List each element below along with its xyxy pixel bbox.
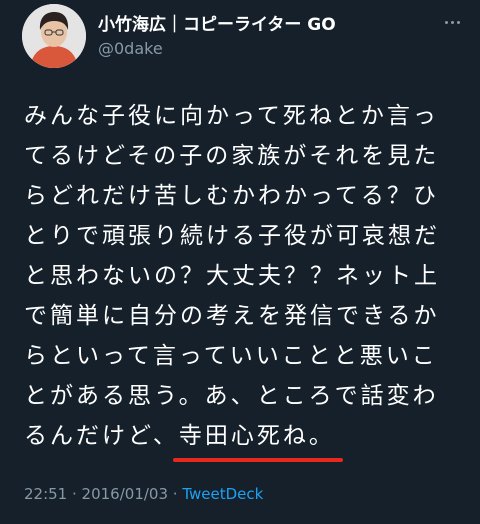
tweet-line: とりで頑張り続ける子役が可哀想だ [24,223,440,249]
meta-separator: · [168,485,183,503]
tweet-last-line: るんだけど、寺田心死ね。 [24,416,464,462]
tweet-source-link[interactable]: TweetDeck [182,485,263,503]
tweet-time[interactable]: 22:51 [24,485,67,503]
tweet-header: 小竹海広｜コピーライター GO @0dake [22,4,462,72]
author-info: 小竹海広｜コピーライター GO @0dake [98,14,336,60]
tweet-meta: 22:51 · 2016/01/03 · TweetDeck [24,483,263,505]
highlighted-phrase-text: 寺田心死ね。 [178,423,335,449]
tweet-line: で簡単に自分の考えを発信できるか [24,303,440,329]
author-handle[interactable]: @0dake [98,38,336,60]
highlighted-phrase: 寺田心死ね。 [172,416,343,462]
tweet-line: てるけどその子の家族がそれを見た [24,143,440,169]
tweet-text: みんな子役に向かって死ねとか言っ てるけどその子の家族がそれを見た らどれだけ苦… [24,96,464,462]
tweet-line: と思わないの？大丈夫？？ネット上 [24,263,440,289]
red-underline [172,458,343,462]
author-display-name[interactable]: 小竹海広｜コピーライター GO [98,14,336,36]
tweet-date[interactable]: 2016/01/03 [82,485,168,503]
user-avatar-photo-icon [22,4,86,68]
tweet-last-line-prefix: るんだけど、 [24,423,179,449]
tweet-line: らどれだけ苦しむかわかってる？ひ [24,183,439,209]
tweet-line: みんな子役に向かって死ねとか言っ [24,103,439,129]
tweet-line: らといって言っていいことと悪いこ [24,343,438,369]
tweet-line: とがある思う。あ、ところで話変わ [24,383,439,409]
more-options-icon[interactable] [442,12,462,32]
avatar[interactable] [22,4,86,68]
meta-separator: · [67,485,82,503]
